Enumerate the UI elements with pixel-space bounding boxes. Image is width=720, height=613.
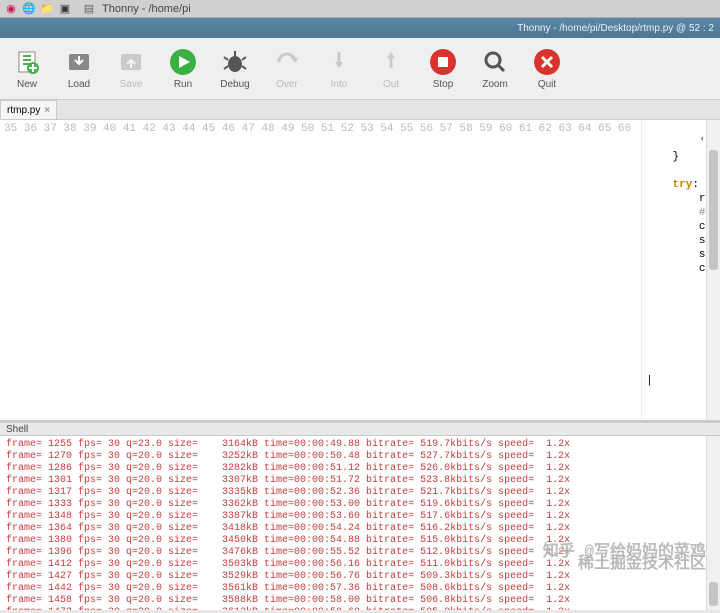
editor-tabstrip: rtmp.py × — [0, 100, 720, 120]
run-button[interactable]: Run — [168, 47, 198, 90]
save-button: Save — [116, 47, 146, 90]
main-toolbar: New Load Save Run Debug Over Into Out St… — [0, 38, 720, 100]
shell-scrollbar[interactable] — [706, 436, 720, 610]
code-editor[interactable]: 35 36 37 38 39 40 41 42 43 44 45 46 47 4… — [0, 120, 720, 420]
save-label: Save — [120, 79, 143, 90]
stop-label: Stop — [433, 79, 454, 90]
terminal-icon[interactable]: ▣ — [58, 2, 72, 16]
stop-button[interactable]: Stop — [428, 47, 458, 90]
scrollbar-thumb[interactable] — [709, 150, 718, 270]
shell-header: Shell — [0, 420, 720, 436]
debug-button[interactable]: Debug — [220, 47, 250, 90]
zoom-label: Zoom — [482, 79, 508, 90]
shell-label: Shell — [6, 424, 28, 435]
new-label: New — [17, 79, 37, 90]
tab-rtmp[interactable]: rtmp.py × — [0, 100, 57, 119]
zoom-button[interactable]: Zoom — [480, 47, 510, 90]
over-label: Over — [276, 79, 298, 90]
quit-button[interactable]: Quit — [532, 47, 562, 90]
system-taskbar: ◉ 🌐 📁 ▣ ▤ Thonny - /home/pi — [0, 0, 720, 18]
into-label: Into — [331, 79, 348, 90]
tab-label: rtmp.py — [7, 105, 40, 116]
debug-label: Debug — [220, 79, 249, 90]
shell-output: frame= 1255 fps= 30 q=23.0 size= 3164kB … — [0, 436, 720, 610]
run-label: Run — [174, 79, 192, 90]
over-button: Over — [272, 47, 302, 90]
into-button: Into — [324, 47, 354, 90]
out-button: Out — [376, 47, 406, 90]
new-button[interactable]: New — [12, 47, 42, 90]
line-gutter: 35 36 37 38 39 40 41 42 43 44 45 46 47 4… — [0, 120, 642, 420]
shell-panel[interactable]: frame= 1255 fps= 30 q=23.0 size= 3164kB … — [0, 436, 720, 610]
window-title: Thonny - /home/pi/Desktop/rtmp.py @ 52 :… — [517, 23, 714, 34]
out-label: Out — [383, 79, 399, 90]
raspberry-icon[interactable]: ◉ — [4, 2, 18, 16]
folder-icon[interactable]: 📁 — [40, 2, 54, 16]
tab-close-icon[interactable]: × — [44, 105, 50, 116]
thonny-task-icon[interactable]: ▤ — [82, 2, 96, 16]
globe-icon[interactable]: 🌐 — [22, 2, 36, 16]
scrollbar-thumb[interactable] — [709, 582, 718, 606]
taskbar-app-title: Thonny - /home/pi — [102, 3, 191, 15]
quit-label: Quit — [538, 79, 556, 90]
load-label: Load — [68, 79, 90, 90]
window-titlebar: Thonny - /home/pi/Desktop/rtmp.py @ 52 :… — [0, 18, 720, 38]
load-button[interactable]: Load — [64, 47, 94, 90]
editor-scrollbar[interactable] — [706, 120, 720, 420]
